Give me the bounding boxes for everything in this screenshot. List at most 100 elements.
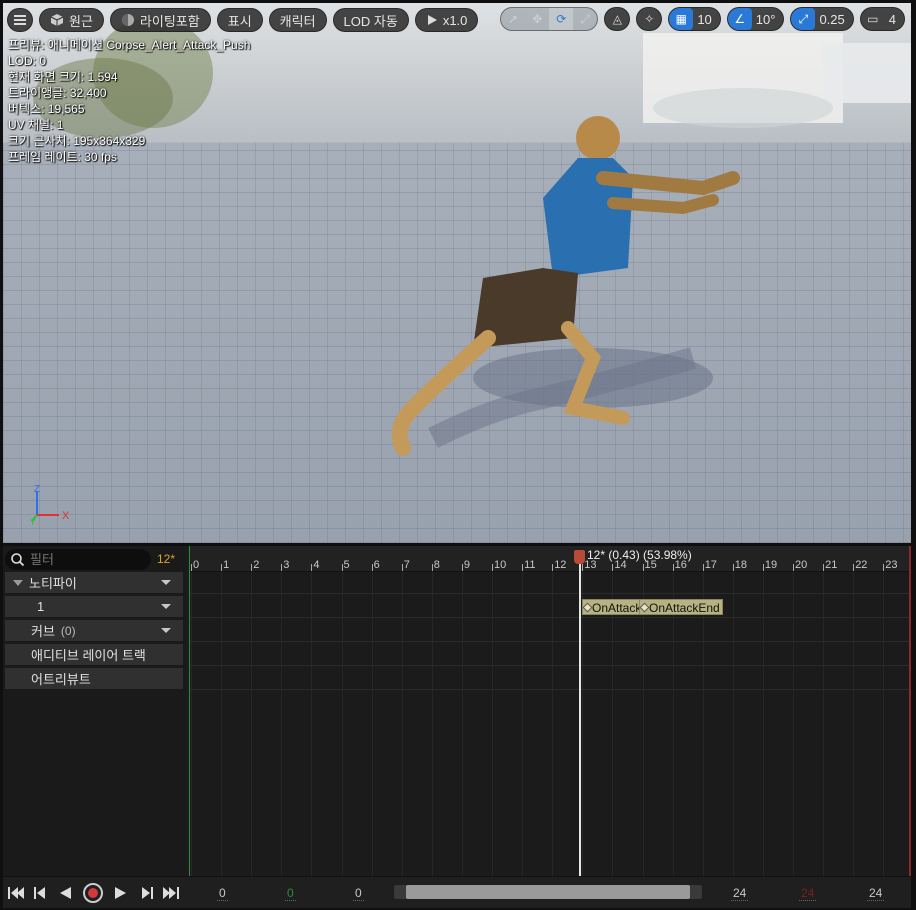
track-notifies[interactable]: 노티파이 [5,572,183,593]
surface-snap: ✧ [636,7,663,31]
ruler-tick-label: 18 [734,559,748,571]
timeline-area[interactable]: 0 1 2 3 4 5 6 7 8 9 10 11 12 13 14 15 16 17 18 19 20 21 22 23 O… [189,546,911,876]
scale-tool-icon[interactable]: ⤢ [573,8,597,30]
grid-snap-value[interactable]: 10 [693,12,719,27]
ruler-tick-label: 3 [283,559,290,571]
filter-input[interactable] [30,552,140,567]
ruler-tick-label: 6 [373,559,380,571]
rotation-snap-value[interactable]: 10° [752,12,784,27]
playback-speed-button[interactable]: x1.0 [414,8,479,32]
world-space-icon[interactable]: ◬ [605,8,629,30]
go-to-start-button[interactable] [6,883,26,903]
stat-preview: 프리뷰: 애니메이션 Corpse_Alert_Attack_Push [8,38,251,52]
playback-speed-label: x1.0 [442,12,468,28]
step-forward-button[interactable] [137,883,157,903]
notify-event[interactable]: OnAttackStart [582,599,640,615]
track-attributes[interactable]: 어트리뷰트 [5,668,183,689]
stat-frame-rate: 프레임 레이트: 30 fps [8,150,117,164]
start-marker[interactable] [189,546,190,876]
scale-snap-value[interactable]: 0.25 [815,12,852,27]
track-additive-label: 애디티브 레이어 트랙 [31,648,146,663]
ruler-tick-label: 22 [855,559,868,571]
row-divider [189,593,911,594]
timeline-scrollbar[interactable] [394,885,702,899]
notify-diamond-icon [640,602,650,613]
track-curves[interactable]: 커브 (0) [5,620,183,641]
skeleton-character [391,116,740,456]
viewport-toolbar-right: ➚ ✥ ⟳ ⤢ ◬ ✧ ▦ 10 ∠ 10° ⤢ 0.25 ▭ 4 [500,7,905,31]
lighting-mode-label: 라이팅포함 [139,13,200,29]
coordinate-space: ◬ [604,7,631,31]
scale-snap-icon[interactable]: ⤢ [791,8,816,30]
ruler-tick [793,564,794,571]
select-tool-icon[interactable]: ➚ [501,8,525,30]
rotation-snap-icon[interactable]: ∠ [727,8,752,30]
view-end-field[interactable]: 24 [867,886,885,901]
axis-gizmo: Z X Y [30,485,70,525]
track-notify-1-label: 1 [37,599,45,614]
sequence-panel: 12* 노티파이 1 커브 (0) 애디티브 레이어 트랙 어트리뷰트 [3,546,911,908]
transport-bar: 0 0 0 24 24 24 [3,876,911,908]
camera-speed-value[interactable]: 4 [885,12,904,27]
ruler-tick [672,564,674,571]
track-attributes-label: 어트리뷰트 [31,672,91,687]
character-button[interactable]: 캐릭터 [268,8,327,32]
chevron-down-icon[interactable] [161,628,171,633]
ruler-tick [582,564,584,571]
camera-icon[interactable]: ▭ [861,8,885,30]
playhead-handle[interactable] [574,550,585,564]
work-end-field[interactable]: 24 [799,886,817,901]
ruler-tick-label: 9 [463,559,471,571]
show-button[interactable]: 표시 [216,8,263,32]
rotate-tool-icon[interactable]: ⟳ [549,8,574,30]
time-ruler[interactable]: 0 1 2 3 4 5 6 7 8 9 10 11 12 13 14 15 16 17 18 19 20 21 22 23 [189,546,911,572]
ruler-tick [552,564,554,571]
ruler-tick-label: 5 [343,559,350,571]
grid-snap-icon[interactable]: ▦ [669,8,694,30]
chevron-down-icon[interactable] [161,580,171,585]
skip-to-end-icon [163,887,179,899]
skip-to-start-icon [8,887,24,899]
stat-vertices: 버텍스: 19,565 [8,102,85,116]
menu-button[interactable] [7,8,33,32]
character-label: 캐릭터 [279,13,316,29]
lod-button[interactable]: LOD 자동 [332,8,409,32]
scale-snap-group: ⤢ 0.25 [790,7,854,31]
play-end-field[interactable]: 24 [731,886,749,901]
go-to-end-button[interactable] [161,883,181,903]
notify-label: OnAttackEnd [649,601,720,615]
scrollbar-thumb[interactable] [406,885,690,899]
play-button[interactable] [111,883,131,903]
preview-viewport[interactable]: 원근 라이팅포함 표시 캐릭터 LOD 자동 x1.0 ➚ ✥ ⟳ ⤢ ◬ ✧ … [3,3,911,543]
ruler-tick-label: 11 [524,559,536,571]
grid-snap-group: ▦ 10 [668,7,721,31]
end-marker[interactable] [909,546,911,876]
view-start-field[interactable]: 0 [217,886,228,901]
playhead[interactable] [579,550,581,876]
collapse-arrow-icon[interactable] [13,579,23,587]
play-start-field[interactable]: 0 [353,886,364,901]
move-tool-icon[interactable]: ✥ [525,8,549,30]
ruler-tick [702,564,704,571]
step-back-button[interactable] [30,883,50,903]
play-reverse-button[interactable] [55,883,75,903]
filter-box[interactable] [5,549,151,570]
transform-tools: ➚ ✥ ⟳ ⤢ [500,7,599,31]
notify-event[interactable]: OnAttackEnd [639,599,723,615]
row-divider [189,641,911,642]
track-notify-1[interactable]: 1 [5,596,183,617]
perspective-label: 원근 [69,13,93,29]
ruler-tick [401,564,403,571]
ruler-tick [612,564,614,571]
track-additive-layers[interactable]: 애디티브 레이어 트랙 [5,644,183,665]
work-start-field[interactable]: 0 [285,886,296,901]
record-button[interactable] [83,883,103,903]
surface-snap-icon[interactable]: ✧ [637,8,661,30]
lighting-mode-button[interactable]: 라이팅포함 [109,8,211,32]
chevron-down-icon[interactable] [161,604,171,609]
ruler-tick [341,564,343,571]
ruler-tick-label: 19 [764,559,778,571]
ruler-tick-label: 0 [193,559,200,571]
perspective-button[interactable]: 원근 [39,8,104,32]
stat-lod: LOD: 0 [8,54,47,68]
